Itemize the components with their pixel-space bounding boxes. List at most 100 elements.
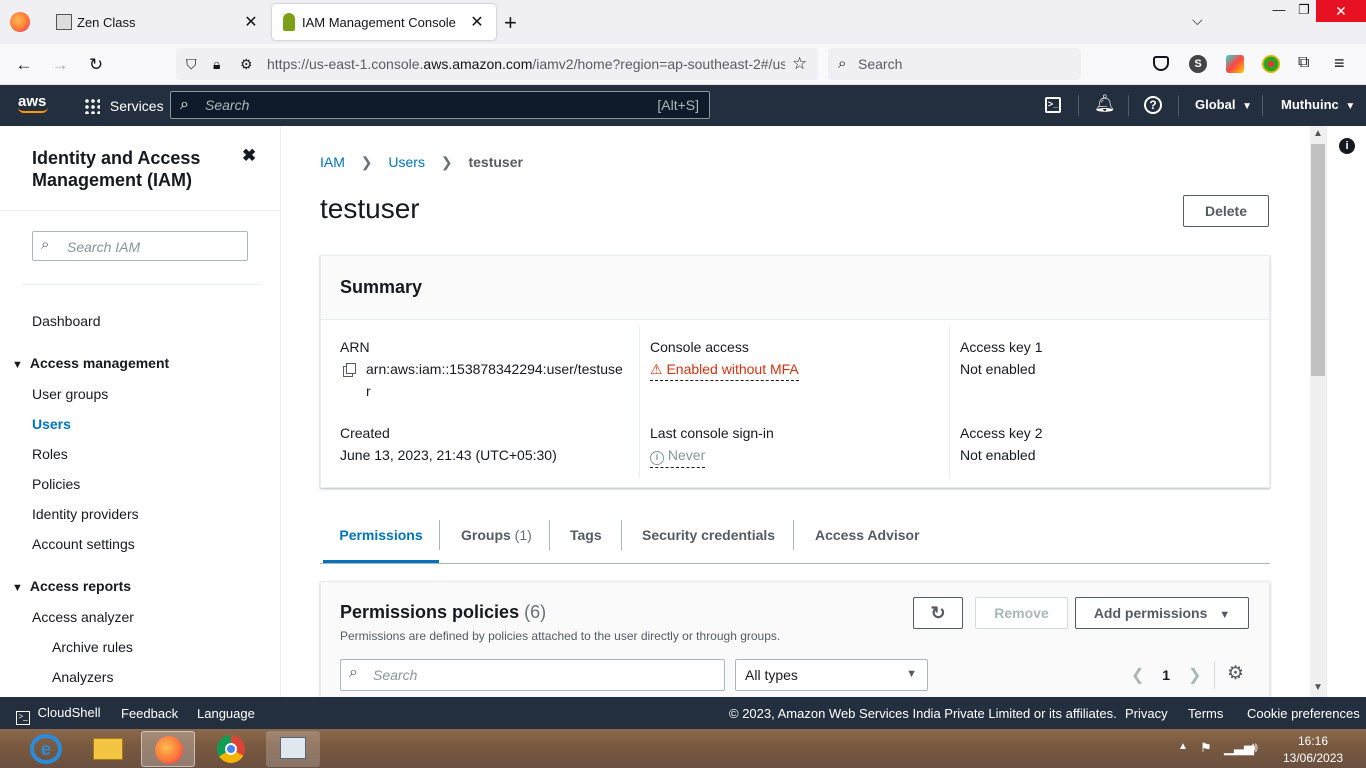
tab-list-chevron-icon[interactable]: ⌵ [1192, 12, 1203, 29]
delete-button[interactable]: Delete [1183, 195, 1269, 227]
sidebar-item-dashboard[interactable]: Dashboard [32, 313, 101, 329]
language-link[interactable]: Language [197, 706, 255, 721]
clock-date[interactable]: 13/06/2023 [1283, 751, 1343, 765]
url-domain: aws.amazon.com [423, 56, 533, 72]
bookmark-star-icon[interactable]: ☆ [792, 48, 807, 80]
caret-down-icon: ▼ [906, 668, 917, 680]
cloudshell-link[interactable]: >_ CloudShell [16, 705, 101, 725]
type-filter-select[interactable]: All types ▼ [735, 659, 928, 691]
file-explorer-icon[interactable] [80, 731, 134, 767]
extensions-puzzle-icon[interactable]: ⧉ [1298, 54, 1309, 72]
tab-tags[interactable]: Tags [570, 527, 602, 543]
access-key1-value: Not enabled [960, 361, 1036, 377]
tab-security-credentials[interactable]: Security credentials [642, 527, 775, 543]
info-icon: i [650, 451, 664, 465]
window-close-icon[interactable]: ✕ [1316, 0, 1366, 22]
extension-green-icon[interactable] [1262, 55, 1280, 73]
chevron-right-icon: ❯ [360, 154, 373, 170]
hamburger-menu-icon[interactable]: ≡ [1334, 53, 1345, 74]
close-sidebar-icon[interactable]: ✖ [242, 146, 256, 166]
tab-label: Groups [461, 527, 511, 543]
tab-permissions[interactable]: Permissions [323, 527, 439, 563]
aws-logo[interactable]: aws [18, 93, 50, 113]
browser-search-field[interactable]: ⌕ Search [828, 48, 1081, 80]
breadcrumb-iam[interactable]: IAM [320, 154, 345, 170]
sidebar-item-archive-rules[interactable]: Archive rules [52, 639, 133, 655]
refresh-button[interactable]: ↻ [913, 597, 963, 629]
cloudshell-icon[interactable]: >_ [1045, 97, 1061, 113]
settings-gear-icon[interactable]: ⚙ [1227, 662, 1244, 685]
feedback-link[interactable]: Feedback [121, 706, 178, 721]
info-panel-icon[interactable]: i [1339, 138, 1355, 154]
breadcrumb-users[interactable]: Users [388, 154, 425, 170]
policy-search-input[interactable]: ⌕ Search [340, 659, 725, 691]
tab-iam-console[interactable]: IAM Management Console ✕ [272, 4, 496, 40]
permissions-heading-text: Permissions policies [340, 602, 520, 622]
breadcrumb: IAM ❯ Users ❯ testuser [320, 154, 523, 171]
profile-avatar-icon[interactable]: S [1189, 55, 1207, 73]
sidebar-item-policies[interactable]: Policies [32, 476, 80, 492]
forward-icon[interactable]: → [47, 52, 73, 78]
scroll-up-icon[interactable]: ▲ [1313, 128, 1323, 139]
sidebar-item-account-settings[interactable]: Account settings [32, 536, 135, 552]
terms-link[interactable]: Terms [1188, 706, 1223, 721]
vertical-scrollbar[interactable]: ▲ ▼ [1310, 126, 1326, 697]
notifications-bell-icon[interactable]: 🔔︎ [1094, 94, 1116, 114]
aws-search-input[interactable]: ⌕ Search [Alt+S] [170, 91, 710, 119]
region-selector[interactable]: Global ▼ [1195, 97, 1252, 112]
section-label: Access reports [29, 578, 132, 594]
page-number[interactable]: 1 [1162, 667, 1170, 683]
close-icon[interactable]: ✕ [242, 12, 260, 32]
sidebar-item-access-analyzer[interactable]: Access analyzer [32, 609, 134, 625]
url-bar[interactable]: ⛉ 🔒︎ ⚙︎ https://us-east-1.console.aws.am… [176, 48, 818, 80]
help-icon[interactable]: ? [1144, 96, 1162, 114]
access-key1-label: Access key 1 [960, 339, 1043, 355]
copy-icon[interactable] [346, 363, 356, 374]
tab-zen-class[interactable]: Zen Class ✕ [44, 4, 270, 40]
sidebar-section-access-reports[interactable]: ▼ Access reports [12, 578, 131, 594]
pocket-icon[interactable] [1153, 56, 1169, 71]
console-access-status[interactable]: ⚠ Enabled without MFA [650, 361, 799, 381]
scroll-down-icon[interactable]: ▼ [1313, 682, 1323, 693]
last-signin-status[interactable]: i Never [650, 447, 706, 468]
remove-button[interactable]: Remove [975, 597, 1068, 629]
scroll-thumb[interactable] [1311, 144, 1325, 376]
back-icon[interactable]: ← [11, 52, 37, 78]
lock-icon: 🔒︎ [213, 56, 221, 72]
account-menu[interactable]: Muthuinc ▼ [1281, 97, 1355, 112]
tab-access-advisor[interactable]: Access Advisor [815, 527, 920, 543]
chrome-icon[interactable] [204, 731, 258, 767]
reload-icon[interactable]: ↻ [83, 52, 109, 78]
nav-divider [1178, 95, 1179, 116]
task-manager-icon[interactable] [266, 731, 320, 767]
tab-groups[interactable]: Groups (1) [461, 527, 532, 543]
show-hidden-icons-icon[interactable]: ▲ [1178, 741, 1188, 752]
restore-icon[interactable]: ❐ [1289, 2, 1319, 22]
extension-icon[interactable] [1226, 55, 1244, 73]
clock-time[interactable]: 16:16 [1298, 734, 1328, 748]
add-permissions-button[interactable]: Add permissions ▼ [1075, 597, 1249, 629]
privacy-link[interactable]: Privacy [1125, 706, 1168, 721]
search-iam-input[interactable]: ⌕ Search IAM [32, 231, 248, 261]
sidebar-item-roles[interactable]: Roles [32, 446, 68, 462]
sidebar-divider [0, 210, 280, 211]
volume-icon[interactable]: 🔊︎ [1249, 739, 1258, 756]
aws-favicon-icon [283, 13, 295, 31]
close-icon[interactable]: ✕ [468, 12, 486, 32]
previous-page-icon[interactable]: ❮ [1131, 667, 1144, 684]
new-tab-icon[interactable]: + [504, 10, 517, 36]
sidebar-item-analyzers[interactable]: Analyzers [52, 669, 113, 685]
firefox-menu-icon[interactable] [10, 12, 30, 32]
cookie-preferences-link[interactable]: Cookie preferences [1247, 706, 1360, 721]
permissions-icon: ⚙︎ [240, 56, 253, 72]
next-page-icon[interactable]: ❯ [1188, 667, 1201, 684]
sidebar-item-identity-providers[interactable]: Identity providers [32, 506, 139, 522]
sidebar-section-access-management[interactable]: ▼ Access management [12, 355, 169, 371]
sidebar-item-users[interactable]: Users [32, 416, 71, 432]
services-menu[interactable]: Services [84, 97, 164, 115]
network-icon[interactable]: ⚑ [1200, 740, 1212, 756]
sidebar-item-user-groups[interactable]: User groups [32, 386, 108, 402]
refresh-icon: ↻ [930, 603, 946, 623]
ie-icon[interactable]: e [30, 734, 62, 764]
firefox-taskbar-icon[interactable] [141, 731, 195, 767]
